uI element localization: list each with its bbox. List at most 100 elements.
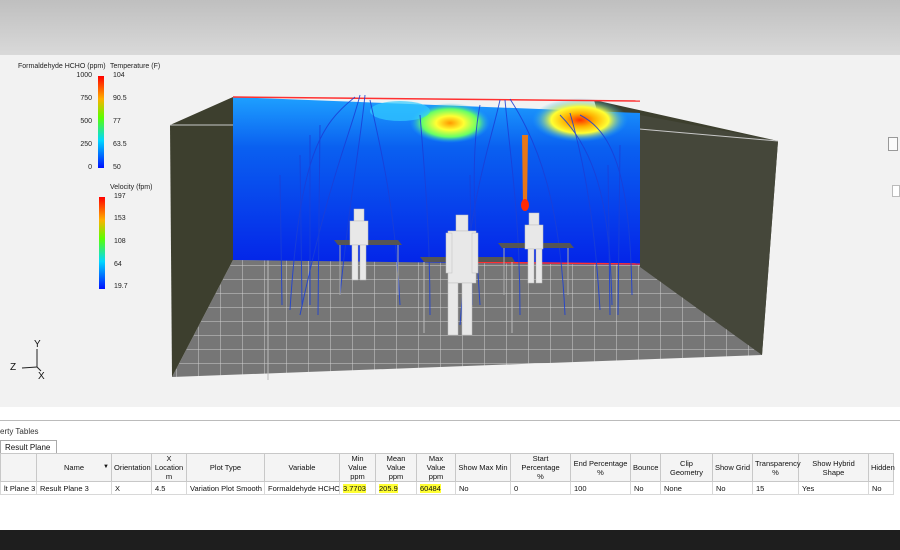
table-cell[interactable]: Variation Plot Smooth: [186, 481, 265, 495]
table-cell[interactable]: 205.9: [375, 481, 417, 495]
axis-y-label: Y: [34, 339, 41, 350]
table-cell-value: No: [634, 483, 644, 493]
column-header[interactable]: Show Max Min: [455, 453, 511, 482]
column-header[interactable]: Bounce: [630, 453, 661, 482]
table-cell[interactable]: Result Plane 3: [36, 481, 112, 495]
hcho-tick: 0: [88, 164, 92, 171]
column-header[interactable]: Show Hybrid Shape: [798, 453, 869, 482]
column-header[interactable]: Plot Type: [186, 453, 265, 482]
column-header[interactable]: Hidden: [868, 453, 895, 482]
column-header[interactable]: Mean Value ppm: [375, 453, 417, 482]
sort-down-icon[interactable]: ▼: [103, 463, 109, 472]
table-cell-value: 60484: [420, 483, 441, 493]
table-cell[interactable]: No: [712, 481, 753, 495]
column-header[interactable]: Transparency%: [752, 453, 801, 482]
column-header-label: Max Value: [426, 454, 446, 472]
table-cell-value: Variation Plot Smooth: [190, 483, 262, 493]
temperature-tick: 90.5: [113, 95, 127, 102]
column-header[interactable]: Start Percentage%: [510, 453, 571, 482]
table-cell[interactable]: None: [660, 481, 713, 495]
table-cell[interactable]: X: [111, 481, 152, 495]
table-cell[interactable]: 0: [510, 481, 571, 495]
temperature-legend-title: Temperature (F): [110, 63, 161, 70]
panel-title: erty Tables: [0, 427, 39, 436]
axis-x-label: X: [38, 371, 45, 382]
table-cell[interactable]: 15: [752, 481, 799, 495]
table-cell-value: 15: [756, 483, 765, 493]
bottom-bezel: [0, 530, 900, 550]
table-cell[interactable]: 3.7703: [339, 481, 376, 495]
table-cell-value: None: [664, 483, 682, 493]
column-header-unit: %: [597, 467, 604, 477]
velocity-legend-title: Velocity (fpm): [110, 184, 153, 191]
property-tables-panel: erty Tables Result Plane Name ▼ Orientatio…: [0, 420, 900, 531]
column-header-label: Start Percentage: [521, 454, 560, 472]
cfd-scene: [21, 76, 779, 380]
viewport-side-handle[interactable]: [892, 185, 900, 197]
table-cell-value: Formaldehyde HCHO: [268, 483, 340, 493]
table-cell-value: 0: [514, 483, 519, 493]
velocity-tick: 108: [114, 238, 126, 245]
column-header-label: Clip Geometry: [670, 458, 703, 477]
column-header-unit: ppm: [350, 472, 365, 481]
tab-result-plane[interactable]: Result Plane: [0, 440, 58, 454]
column-header-unit: ppm: [388, 472, 404, 481]
table-cell[interactable]: lt Plane 3: [0, 481, 37, 495]
temperature-tick: 104: [113, 72, 125, 79]
window-frame: Formaldehyde HCHO (ppm) Temperature (F) …: [0, 0, 900, 550]
hcho-tick: 1000: [76, 72, 92, 79]
table-cell[interactable]: Formaldehyde HCHO: [264, 481, 340, 495]
column-header-label: Plot Type: [209, 463, 242, 472]
cfd-3d-viewport[interactable]: Formaldehyde HCHO (ppm) Temperature (F) …: [0, 55, 900, 407]
table-cell-value: Result Plane 3: [40, 483, 89, 493]
temperature-tick: 77: [113, 118, 121, 125]
velocity-tick: 153: [114, 215, 126, 222]
column-header[interactable]: [0, 453, 37, 482]
column-header-label: X Location: [154, 454, 184, 472]
axis-triad: [21, 349, 42, 372]
table-cell[interactable]: No: [630, 481, 661, 495]
property-table: Name ▼ Orientation X Location m Plot Type Vari…: [0, 453, 895, 495]
column-header[interactable]: End Percentage%: [570, 453, 631, 482]
table-cell-value: Yes: [802, 483, 815, 493]
column-header-label: Orientation: [114, 463, 151, 472]
column-header-label: Transparency: [755, 458, 801, 468]
column-header[interactable]: Variable: [264, 453, 340, 482]
column-header[interactable]: Name ▼: [36, 453, 112, 482]
axis-z-label: Z: [10, 362, 17, 373]
column-header[interactable]: Max Value ppm: [416, 453, 456, 482]
column-header[interactable]: X Location m: [151, 453, 187, 482]
hcho-colorbar: [98, 76, 104, 168]
table-cell-value: 205.9: [379, 483, 398, 493]
column-header-label: Variable: [288, 463, 316, 472]
table-cell-value: No: [716, 483, 726, 493]
column-header[interactable]: Show Grid: [712, 453, 753, 482]
viewport-side-button[interactable]: [888, 137, 898, 151]
velocity-tick: 64: [114, 261, 122, 268]
column-header-label: Show Hybrid Shape: [812, 458, 855, 477]
table-cell-value: No: [872, 483, 882, 493]
column-header[interactable]: Orientation: [111, 453, 152, 482]
table-cell-value: 4.5: [155, 483, 166, 493]
column-header-label: Bounce: [633, 463, 659, 472]
table-cell-value: X: [115, 483, 121, 493]
velocity-tick: 197: [114, 193, 126, 200]
table-cell-value: 100: [574, 483, 587, 493]
table-row[interactable]: lt Plane 3 Result Plane 3 X 4.5 Variation Pl…: [0, 481, 894, 495]
column-header-label: End Percentage: [573, 458, 628, 468]
table-cell-value: lt Plane 3: [4, 483, 36, 493]
velocity-colorbar: [99, 197, 105, 289]
column-header-label: Min Value: [348, 454, 367, 472]
table-cell[interactable]: 60484: [416, 481, 456, 495]
column-header[interactable]: Min Value ppm: [339, 453, 376, 482]
table-cell[interactable]: Yes: [798, 481, 869, 495]
table-cell[interactable]: No: [868, 481, 894, 495]
table-cell[interactable]: No: [455, 481, 511, 495]
column-header-label: Show Grid: [715, 463, 751, 472]
column-header[interactable]: Clip Geometry: [660, 453, 713, 482]
table-cell-value: No: [459, 483, 469, 493]
table-cell[interactable]: 100: [570, 481, 631, 495]
table-cell[interactable]: 4.5: [151, 481, 187, 495]
panel-gap: [0, 407, 900, 420]
hcho-legend-title: Formaldehyde HCHO (ppm): [18, 63, 106, 70]
